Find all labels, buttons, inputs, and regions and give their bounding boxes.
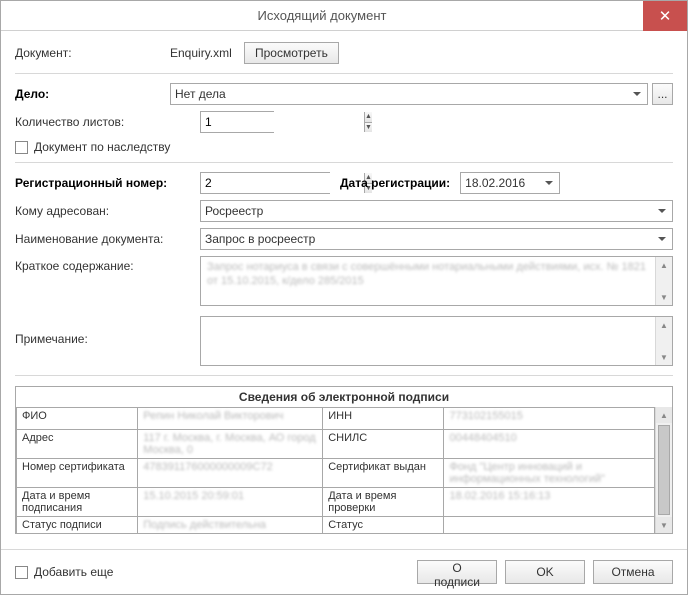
table-row: Адрес117 г. Москва, г. Москва, АО город … [17, 430, 655, 459]
regnum-spinner[interactable]: ▲ ▼ [200, 172, 330, 194]
about-signature-button[interactable]: О подписи [417, 560, 497, 584]
add-more-label: Добавить еще [34, 565, 113, 579]
sheets-label: Количество листов: [15, 115, 200, 129]
table-row: Номер сертификата478391176000000009C72Се… [17, 459, 655, 488]
close-button[interactable]: ✕ [643, 1, 687, 31]
summary-text: Запрос нотариуса в связи с совершёнными … [201, 257, 672, 292]
scroll-up-icon[interactable]: ▲ [656, 257, 672, 273]
addressee-select[interactable]: Росреестр [200, 200, 673, 222]
regdate-value: 18.02.2016 [465, 176, 525, 190]
addressee-value: Росреестр [205, 204, 263, 218]
signature-grid: ФИОРепин Николай ВикторовичИНН7731021550… [16, 407, 672, 533]
spinner-up-icon[interactable]: ▲ [365, 112, 372, 123]
dialog-window: Исходящий документ ✕ Документ: Enquiry.x… [0, 0, 688, 595]
sheets-spinner[interactable]: ▲ ▼ [200, 111, 274, 133]
sig-key: Дата и время подписания [17, 488, 138, 517]
note-text [201, 317, 672, 323]
sig-key: Статус подписи [17, 517, 138, 534]
table-row: Дата и время подписания15.10.2015 20:59:… [17, 488, 655, 517]
case-select-value: Нет дела [175, 87, 226, 101]
note-label: Примечание: [15, 316, 200, 346]
signature-legend: Сведения об электронной подписи [16, 387, 672, 407]
spinner-down-icon[interactable]: ▼ [365, 123, 372, 133]
note-textarea[interactable]: ▲ ▼ [200, 316, 673, 366]
scroll-up-icon[interactable]: ▲ [656, 317, 672, 333]
window-title: Исходящий документ [1, 8, 643, 23]
scroll-thumb[interactable] [658, 425, 670, 515]
scrollbar[interactable]: ▲ ▼ [655, 257, 672, 305]
sig-key: ФИО [17, 408, 138, 430]
ok-button[interactable]: OK [505, 560, 585, 584]
signature-table: ФИОРепин Николай ВикторовичИНН7731021550… [16, 407, 655, 533]
scroll-down-icon[interactable]: ▼ [656, 349, 672, 365]
divider-1 [15, 73, 673, 74]
sig-value: 18.02.2016 15:16:13 [444, 488, 655, 517]
case-select[interactable]: Нет дела [170, 83, 648, 105]
inheritance-label: Документ по наследству [34, 140, 170, 154]
close-icon: ✕ [659, 7, 672, 25]
case-label: Дело: [15, 87, 170, 101]
inheritance-row: Документ по наследству [15, 136, 673, 156]
sig-key: Статус [323, 517, 444, 534]
summary-textarea[interactable]: Запрос нотариуса в связи с совершёнными … [200, 256, 673, 306]
scroll-up-icon[interactable]: ▲ [656, 407, 672, 423]
sig-value: Репин Николай Викторович [138, 408, 323, 430]
sig-key: ИНН [323, 408, 444, 430]
divider-2 [15, 162, 673, 163]
scrollbar[interactable]: ▲ ▼ [655, 407, 672, 533]
sig-value: 117 г. Москва, г. Москва, АО город Москв… [138, 430, 323, 459]
divider-3 [15, 375, 673, 376]
case-row: Дело: Нет дела ... [15, 80, 673, 108]
scrollbar[interactable]: ▲ ▼ [655, 317, 672, 365]
addressee-label: Кому адресован: [15, 204, 200, 218]
titlebar: Исходящий документ ✕ [1, 1, 687, 31]
docname-label: Наименование документа: [15, 232, 200, 246]
document-label: Документ: [15, 46, 170, 60]
document-row: Документ: Enquiry.xml Просмотреть [15, 39, 673, 67]
sig-value: 773102155015 [444, 408, 655, 430]
summary-label: Краткое содержание: [15, 256, 200, 273]
addressee-row: Кому адресован: Росреестр [15, 197, 673, 225]
sig-value: 00448404510 [444, 430, 655, 459]
scroll-down-icon[interactable]: ▼ [656, 517, 672, 533]
table-row: ФИОРепин Николай ВикторовичИНН7731021550… [17, 408, 655, 430]
regnum-row: Регистрационный номер: ▲ ▼ Дата регистра… [15, 169, 673, 197]
dialog-footer: Добавить еще О подписи OK Отмена [1, 549, 687, 594]
docname-row: Наименование документа: Запрос в росреес… [15, 225, 673, 253]
sig-value [444, 517, 655, 534]
sig-key: Дата и время проверки [323, 488, 444, 517]
sheets-row: Количество листов: ▲ ▼ [15, 108, 673, 136]
cancel-button[interactable]: Отмена [593, 560, 673, 584]
case-more-button[interactable]: ... [652, 83, 673, 105]
regnum-label: Регистрационный номер: [15, 176, 200, 190]
summary-row: Краткое содержание: Запрос нотариуса в с… [15, 253, 673, 309]
document-filename: Enquiry.xml [170, 46, 240, 60]
note-row: Примечание: ▲ ▼ [15, 313, 673, 369]
sig-value: 15.10.2015 20:59:01 [138, 488, 323, 517]
sig-key: Номер сертификата [17, 459, 138, 488]
sheets-input[interactable] [201, 112, 364, 132]
sig-key: Адрес [17, 430, 138, 459]
sig-key: СНИЛС [323, 430, 444, 459]
dialog-body: Документ: Enquiry.xml Просмотреть Дело: … [1, 31, 687, 549]
sig-value: Фонд "Центр инноваций и информационных т… [444, 459, 655, 488]
sig-value: 478391176000000009C72 [138, 459, 323, 488]
docname-select[interactable]: Запрос в росреестр [200, 228, 673, 250]
inheritance-checkbox[interactable] [15, 141, 28, 154]
docname-value: Запрос в росреестр [205, 232, 315, 246]
table-row: Статус подписиПодпись действительнаСтату… [17, 517, 655, 534]
sig-value: Подпись действительна [138, 517, 323, 534]
signature-fieldset: Сведения об электронной подписи ФИОРепин… [15, 386, 673, 534]
regdate-label: Дата регистрации: [334, 176, 456, 190]
scroll-down-icon[interactable]: ▼ [656, 289, 672, 305]
sig-key: Сертификат выдан [323, 459, 444, 488]
add-more-checkbox[interactable] [15, 566, 28, 579]
regdate-picker[interactable]: 18.02.2016 [460, 172, 560, 194]
view-button[interactable]: Просмотреть [244, 42, 339, 64]
